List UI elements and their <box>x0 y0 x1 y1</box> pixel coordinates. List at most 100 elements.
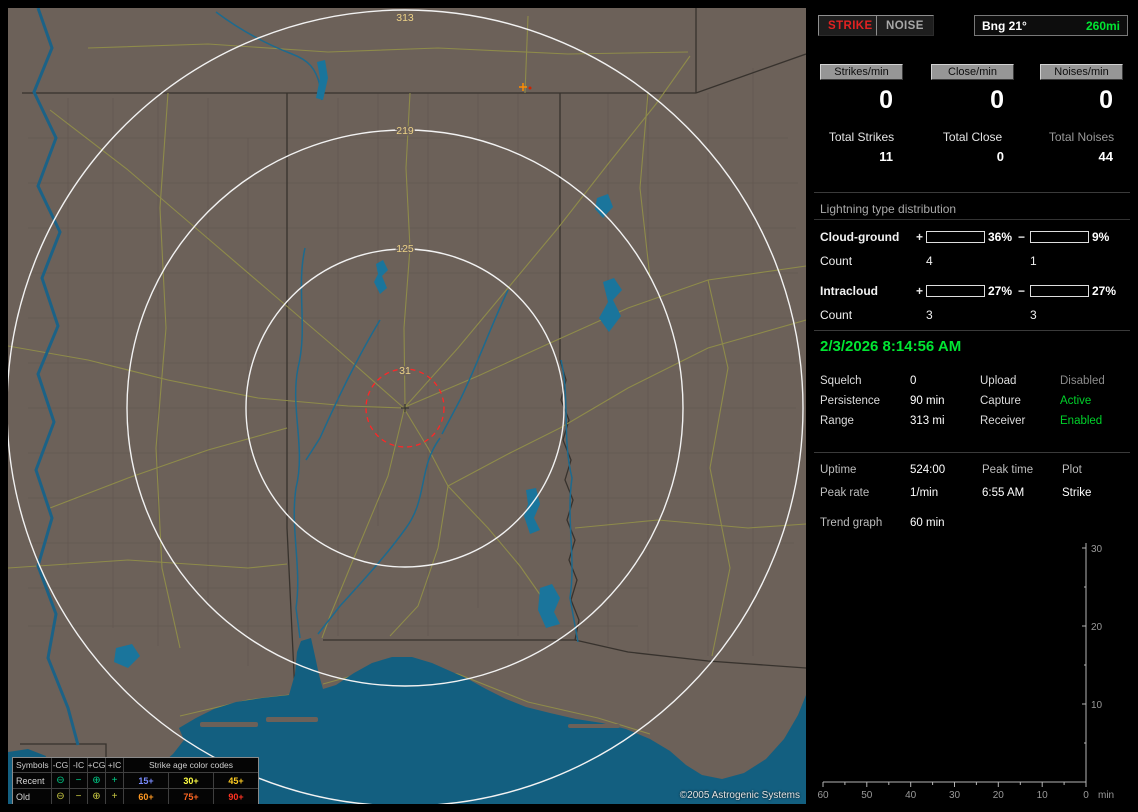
squelch-label: Squelch <box>820 375 862 387</box>
nic-symbol-icon: − <box>70 773 87 788</box>
legend-col-nic: -IC <box>70 758 87 772</box>
pcg-symbol-icon: ⊕ <box>88 789 105 804</box>
pic-symbol-icon: + <box>106 773 123 788</box>
total-noises: Total Noises 44 <box>1040 130 1123 164</box>
legend-row-recent-label: Recent <box>13 773 51 788</box>
lightning-map[interactable]: 313 219 125 31 Symbols -CG -IC +CG +IC S… <box>8 8 806 804</box>
legend-col-ncg: -CG <box>52 758 69 772</box>
ncg-symbol-icon: ⊖ <box>52 773 69 788</box>
strike-button[interactable]: STRIKE <box>818 15 883 36</box>
range-value: 260mi <box>1085 18 1120 33</box>
ic-plus-count: 3 <box>926 308 933 322</box>
x-tick-20: 20 <box>993 790 1005 801</box>
close-per-min-value: 0 <box>990 86 1004 114</box>
datetime-display: 2/3/2026 8:14:56 AM <box>820 338 962 355</box>
nic-symbol-icon: − <box>70 789 87 804</box>
intracloud-count-row: Count 3 3 <box>820 308 1128 322</box>
bearing-display: Bng 21° 260mi <box>974 15 1128 36</box>
cloud-ground-count-row: Count 4 1 <box>820 254 1128 268</box>
legend-col-pic: +IC <box>106 758 123 772</box>
close-per-min: Close/min 0 <box>931 64 1014 113</box>
age-90: 90+ <box>214 789 258 804</box>
mode-toolbar: STRIKE NOISE Bng 21° 260mi <box>818 15 1128 37</box>
peak-time-value: 6:55 AM <box>982 487 1025 499</box>
bearing-value: Bng 21° <box>982 18 1027 33</box>
legend-row-old-label: Old <box>13 789 51 804</box>
map-legend: Symbols -CG -IC +CG +IC Strike age color… <box>12 757 259 804</box>
ic-minus-pct: 27% <box>1092 284 1117 298</box>
graph-axes <box>823 543 1087 783</box>
divider <box>814 192 1130 193</box>
ic-plus-bar <box>926 285 985 297</box>
plus-sign: + <box>916 284 924 298</box>
legend-symbols-header: Symbols <box>13 758 51 772</box>
graph-labels: 30 20 10 60 50 40 30 20 10 0 min <box>817 544 1114 801</box>
count-label: Count <box>820 254 853 268</box>
age-75: 75+ <box>169 789 213 804</box>
noises-per-min: Noises/min 0 <box>1040 64 1123 113</box>
cg-plus-bar <box>926 231 985 243</box>
trend-row: Trend graph 60 min <box>814 517 1130 531</box>
capture-label: Capture <box>980 395 1021 407</box>
settings-row: Range 313 mi Receiver Enabled <box>814 415 1130 429</box>
nexstorm-window: 313 219 125 31 Symbols -CG -IC +CG +IC S… <box>0 0 1138 812</box>
strikes-per-min-value: 0 <box>879 86 893 114</box>
persistence-value: 90 min <box>910 395 945 407</box>
age-60: 60+ <box>124 789 168 804</box>
x-tick-10: 10 <box>1037 790 1049 801</box>
distribution-title: Lightning type distribution <box>820 202 957 216</box>
total-noises-value: 44 <box>1098 149 1113 164</box>
age-15: 15+ <box>124 773 168 788</box>
plus-sign: + <box>916 230 924 244</box>
plot-value: Strike <box>1062 487 1092 499</box>
x-tick-50: 50 <box>861 790 873 801</box>
strikes-per-min-label: Strikes/min <box>820 64 903 80</box>
capture-status: Active <box>1060 395 1092 407</box>
peak-time-label: Peak time <box>982 464 1034 476</box>
receiver-label: Receiver <box>980 415 1026 427</box>
stats-row: Peak rate 1/min 6:55 AM Strike <box>814 487 1130 501</box>
divider <box>814 452 1130 453</box>
minus-sign: − <box>1018 230 1026 244</box>
ncg-symbol-icon: ⊖ <box>52 789 69 804</box>
close-per-min-label: Close/min <box>931 64 1014 80</box>
receiver-status: Enabled <box>1060 415 1103 427</box>
legend-col-pcg: +CG <box>88 758 105 772</box>
total-strikes-value: 11 <box>879 149 893 164</box>
ic-plus-pct: 27% <box>988 284 1013 298</box>
x-tick-40: 40 <box>905 790 917 801</box>
total-close: Total Close 0 <box>931 130 1014 164</box>
age-45: 45+ <box>214 773 258 788</box>
cloud-ground-row: Cloud-ground + 36% − 9% <box>820 230 1128 244</box>
y-tick-10: 10 <box>1091 700 1103 711</box>
x-axis-unit: min <box>1098 790 1114 801</box>
noise-button[interactable]: NOISE <box>876 15 934 36</box>
ic-minus-bar <box>1030 285 1089 297</box>
ring-label-219: 219 <box>396 125 414 137</box>
copyright-text: ©2005 Astrogenic Systems <box>679 790 800 801</box>
ic-minus-count: 3 <box>1030 308 1037 322</box>
total-strikes-label: Total Strikes <box>828 130 895 144</box>
cg-minus-pct: 9% <box>1092 230 1110 244</box>
total-noises-label: Total Noises <box>1048 130 1115 144</box>
range-setting-value: 313 mi <box>910 415 945 427</box>
intracloud-row: Intracloud + 27% − 27% <box>820 284 1128 298</box>
peak-rate-value: 1/min <box>910 487 939 499</box>
plot-label: Plot <box>1062 464 1082 476</box>
trend-graph-value: 60 min <box>910 517 945 529</box>
uptime-value: 524:00 <box>910 464 946 476</box>
trend-graph-label: Trend graph <box>820 517 883 529</box>
squelch-value: 0 <box>910 375 917 387</box>
strikes-per-min: Strikes/min 0 <box>820 64 903 113</box>
range-label: Range <box>820 415 854 427</box>
y-tick-30: 30 <box>1091 544 1103 555</box>
upload-status: Disabled <box>1060 375 1105 387</box>
minus-sign: − <box>1018 284 1026 298</box>
ring-label-31: 31 <box>399 365 411 377</box>
age-30: 30+ <box>169 773 213 788</box>
pic-symbol-icon: + <box>106 789 123 804</box>
cg-minus-count: 1 <box>1030 254 1037 268</box>
settings-row: Persistence 90 min Capture Active <box>814 395 1130 409</box>
divider <box>814 330 1130 331</box>
cloud-ground-label: Cloud-ground <box>820 230 900 244</box>
